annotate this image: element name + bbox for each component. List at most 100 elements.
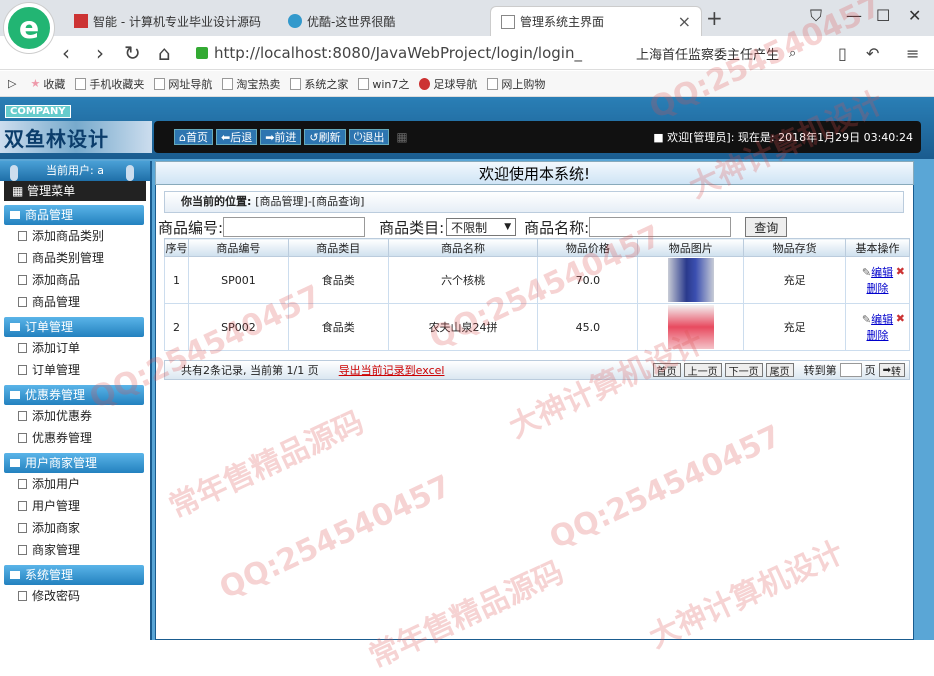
app-header: COMPANY 双鱼林设计 ⌂ 首页 ⬅ 后退 ➡ 前进 ↺ 刷新 ⏻ 退出 ▦ ■ 欢迎… — [0, 97, 934, 159]
sidebar-item-add-user[interactable]: 添加用户 — [0, 473, 150, 495]
sidebar-item-add-merchant[interactable]: 添加商家 — [0, 517, 150, 539]
go-button[interactable]: ➡ 转 — [878, 363, 905, 378]
close-window-icon[interactable]: ✕ — [908, 6, 921, 25]
maximize-icon[interactable]: ☐ — [876, 6, 890, 25]
menu-icon[interactable]: ≡ — [906, 44, 919, 63]
tab-title: 管理系统主界面 — [520, 15, 605, 29]
sidebar-toggle-icon[interactable]: ▷ — [8, 77, 16, 90]
name-label: 商品名称: — [524, 218, 590, 237]
search-icon[interactable]: ⌕ — [789, 46, 796, 61]
reload-icon[interactable]: ↻ — [124, 41, 141, 65]
welcome-text: 欢迎[管理员]: 现在是: 2018年1月29日 03:40:24 — [667, 131, 913, 144]
folder-icon — [10, 211, 20, 219]
main-content: 欢迎使用本系统! 你当前的位置: [商品管理]-[商品查询] 商品编号: 商品类… — [155, 161, 914, 640]
menu-title: ▦ 管理菜单 — [4, 181, 146, 201]
page-number-input[interactable] — [839, 363, 862, 377]
bookmark-item[interactable]: 网址导航 — [154, 76, 212, 92]
bookmark-item[interactable]: 淘宝热卖 — [222, 76, 280, 92]
delete-icon[interactable]: ✖ — [896, 265, 905, 278]
item-label: 商品管理 — [32, 295, 81, 309]
sidebar-item-order-manage[interactable]: 订单管理 — [0, 359, 150, 381]
group-header[interactable]: 商品管理 — [4, 205, 144, 225]
goods-type-select[interactable]: 不限制 ▼ — [446, 218, 517, 236]
close-tab-icon[interactable]: × — [678, 12, 691, 31]
delete-link[interactable]: 删除 — [867, 282, 889, 295]
edit-link[interactable]: 编辑 — [871, 266, 893, 279]
logout-button[interactable]: ⏻ 退出 — [348, 129, 390, 145]
sidebar-item-user-manage[interactable]: 用户管理 — [0, 495, 150, 517]
pagination-bar: 共有2条记录, 当前第 1/1 页 导出当前记录到excel 首页 上一页 下一… — [164, 360, 910, 380]
home-button[interactable]: ⌂ 首页 — [174, 129, 213, 145]
new-tab-icon[interactable]: + — [706, 6, 723, 30]
sidebar-item-add-goods[interactable]: 添加商品 — [0, 269, 150, 291]
sidebar-item-merchant-manage[interactable]: 商家管理 — [0, 539, 150, 561]
page-icon — [222, 77, 234, 90]
search-input[interactable]: 上海首任监察委主任产生 ⌕ — [636, 40, 824, 66]
home-icon[interactable]: ⌂ — [158, 41, 171, 65]
goods-name-input[interactable] — [589, 217, 732, 237]
first-page-button[interactable]: 首页 — [652, 363, 681, 378]
bookmark-item[interactable]: ★ 收藏 — [30, 76, 65, 92]
tab-2[interactable]: 优酷-这世界很酷 — [278, 6, 488, 36]
edit-link[interactable]: 编辑 — [871, 313, 893, 326]
query-button[interactable]: 查询 — [745, 217, 788, 237]
menu-group-users: 用户商家管理 添加用户 用户管理 添加商家 商家管理 — [0, 453, 150, 561]
group-header[interactable]: 系统管理 — [4, 565, 144, 585]
sidebar-item-add-order[interactable]: 添加订单 — [0, 337, 150, 359]
delete-link[interactable]: 删除 — [867, 329, 889, 342]
refresh-button[interactable]: ↺ 刷新 — [304, 129, 346, 145]
bookmark-item[interactable]: 手机收藏夹 — [75, 76, 144, 92]
doc-icon — [18, 297, 27, 307]
minimize-icon[interactable]: — — [846, 6, 862, 25]
address-input[interactable]: http://localhost:8080/JavaWebProject/log… — [196, 40, 628, 66]
sidebar-item-add-category[interactable]: 添加商品类别 — [0, 225, 150, 247]
cell-ops: ✎编辑 ✖ 删除 — [845, 256, 910, 304]
group-header[interactable]: 用户商家管理 — [4, 453, 144, 473]
table-row: 2 SP002 食品类 农夫山泉24拼 45.0 充足 ✎编辑 ✖ 删除 — [164, 303, 910, 351]
col-header: 物品价格 — [537, 238, 639, 257]
dropdown-arrow-icon: ▼ — [504, 222, 512, 232]
export-excel-link[interactable]: 导出当前记录到excel — [339, 362, 445, 378]
tab-1[interactable]: 智能 - 计算机专业毕业设计源码 — [64, 6, 278, 36]
last-page-button[interactable]: 尾页 — [765, 363, 794, 378]
folder-icon — [10, 323, 20, 331]
bookmark-item[interactable]: 足球导航 — [419, 76, 477, 92]
square-icon: ■ — [653, 131, 668, 144]
item-label: 添加商家 — [32, 521, 81, 535]
back-button[interactable]: ⬅ 后退 — [215, 129, 258, 145]
cell-stock: 充足 — [743, 256, 847, 304]
select-value: 不限制 — [451, 220, 488, 235]
prev-page-button[interactable]: 上一页 — [683, 363, 722, 378]
company-label: COMPANY — [5, 105, 71, 118]
forward-icon[interactable]: › — [96, 41, 104, 65]
goods-table: 序号 商品编号 商品类目 商品名称 物品价格 物品图片 物品存货 基本操作 1 … — [164, 238, 910, 351]
next-page-button[interactable]: 下一页 — [724, 363, 763, 378]
pencil-icon: ✎ — [861, 266, 872, 279]
sidebar-item-goods-manage[interactable]: 商品管理 — [0, 291, 150, 313]
group-header[interactable]: 订单管理 — [4, 317, 144, 337]
site-favicon-icon — [74, 14, 88, 28]
bookmark-item[interactable]: win7之 — [358, 76, 409, 92]
bookmark-label: 足球导航 — [433, 77, 478, 91]
power-icon: ⏻ — [353, 130, 363, 143]
sidebar-item-add-coupon[interactable]: 添加优惠券 — [0, 405, 150, 427]
phone-icon[interactable]: ▯ — [838, 44, 847, 63]
menu-group-coupons: 优惠券管理 添加优惠券 优惠券管理 — [0, 385, 150, 449]
tab-3[interactable]: 管理系统主界面 × — [490, 6, 702, 36]
undo-icon[interactable]: ↶ — [866, 44, 879, 63]
sidebar-item-change-password[interactable]: 修改密码 — [0, 585, 150, 607]
bookmark-item[interactable]: 系统之家 — [290, 76, 348, 92]
goto-label: 转到第 — [803, 364, 837, 377]
sidebar-item-coupon-manage[interactable]: 优惠券管理 — [0, 427, 150, 449]
forward-button[interactable]: ➡ 前进 — [260, 129, 302, 145]
back-icon[interactable]: ‹ — [62, 41, 70, 65]
goods-code-input[interactable] — [223, 217, 366, 237]
cell-type: 食品类 — [287, 256, 389, 304]
delete-icon[interactable]: ✖ — [896, 312, 905, 325]
shirt-icon[interactable]: ⛉ — [810, 6, 822, 26]
item-label: 添加商品 — [32, 273, 81, 287]
bookmark-item[interactable]: 网上购物 — [487, 76, 545, 92]
group-header[interactable]: 优惠券管理 — [4, 385, 144, 405]
sidebar-item-category-manage[interactable]: 商品类别管理 — [0, 247, 150, 269]
doc-icon — [18, 479, 27, 489]
